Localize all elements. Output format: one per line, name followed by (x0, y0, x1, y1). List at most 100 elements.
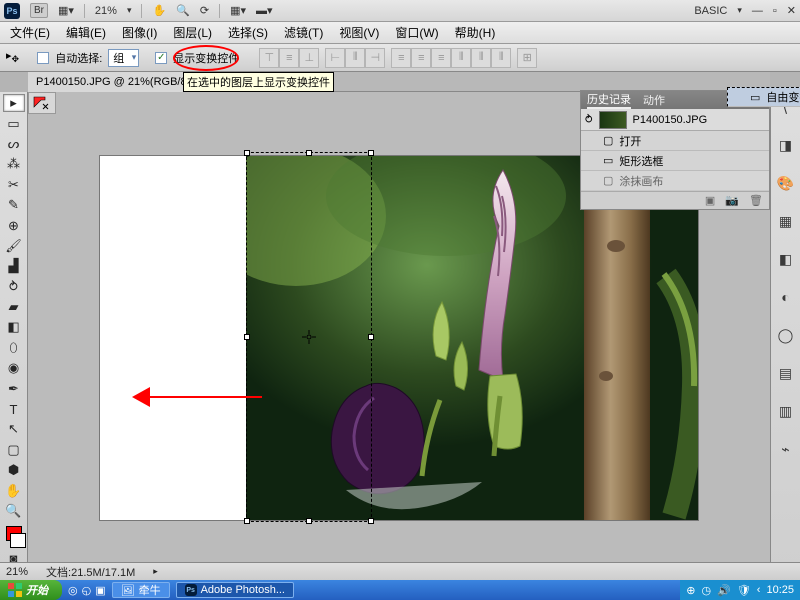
hand-icon[interactable]: ✋ (152, 4, 166, 17)
menu-image[interactable]: 图像(I) (118, 22, 161, 43)
tray-vol-icon[interactable]: 🔊 (717, 584, 731, 597)
autoselect-dropdown[interactable]: 组 (108, 49, 139, 67)
newdoc-icon[interactable]: ▣ (705, 194, 715, 207)
gradient-tool-icon[interactable]: ◧ (3, 318, 25, 336)
dist-5-icon[interactable]: ⫴ (471, 48, 491, 68)
ql-2-icon[interactable]: ◵ (82, 584, 92, 597)
autoselect-checkbox[interactable] (37, 52, 49, 64)
move-tool-icon[interactable]: ▸ (3, 94, 25, 112)
align-right-icon[interactable]: ⊣ (365, 48, 385, 68)
history-item-paint[interactable]: ▢涂抹画布 (581, 171, 769, 191)
align-vcenter-icon[interactable]: ≡ (279, 48, 299, 68)
ql-1-icon[interactable]: ◎ (68, 584, 78, 597)
dist-4-icon[interactable]: ⫴ (451, 48, 471, 68)
menu-layer[interactable]: 图层(L) (169, 22, 216, 43)
3d-tool-icon[interactable]: ⬢ (3, 461, 25, 479)
swatches-panel-icon[interactable]: ▦ (775, 210, 797, 232)
paths-panel-icon[interactable]: ⌁ (775, 438, 797, 460)
status-zoom[interactable]: 21% (6, 566, 28, 578)
tray-net-icon[interactable]: ◷ (702, 584, 712, 597)
zoomtool-icon[interactable]: 🔍 (176, 4, 190, 17)
dist-3-icon[interactable]: ≡ (431, 48, 451, 68)
stamp-tool-icon[interactable]: ▟ (3, 257, 25, 275)
type-tool-icon[interactable]: T (3, 400, 25, 418)
arrange-icon[interactable]: ▦▾ (230, 4, 246, 17)
menu-file[interactable]: 文件(E) (6, 22, 54, 43)
history-tab[interactable]: 历史记录 (587, 91, 631, 109)
workspace-switcher[interactable]: BASIC (694, 5, 727, 17)
tray-shield-icon[interactable]: 🛡 (737, 584, 751, 597)
transform-center-icon[interactable] (302, 330, 316, 344)
actions-tab[interactable]: 动作 (643, 92, 665, 108)
showcontrols-checkbox[interactable]: ✓ (155, 52, 167, 64)
menu-view[interactable]: 视图(V) (335, 22, 383, 43)
transform-selection[interactable] (246, 152, 372, 522)
menu-filter[interactable]: 滤镜(T) (280, 22, 327, 43)
open-icon: ▢ (603, 134, 613, 147)
autoalign-icon[interactable]: ⊞ (517, 48, 537, 68)
menu-select[interactable]: 选择(S) (224, 22, 272, 43)
navigator-panel-icon[interactable]: ◨ (775, 134, 797, 156)
dist-2-icon[interactable]: ≡ (411, 48, 431, 68)
history-item-open[interactable]: ▢打开 (581, 131, 769, 151)
trash-icon[interactable]: 🗑 (749, 194, 763, 207)
start-button[interactable]: 开始 (0, 580, 62, 600)
status-doc[interactable]: 文档:21.5M/17.1M (46, 564, 135, 580)
masks-panel-icon[interactable]: ◯ (775, 324, 797, 346)
bridge-icon[interactable]: Br (30, 3, 48, 18)
ql-3-icon[interactable]: ▣ (95, 584, 105, 597)
marquee-tool-icon[interactable]: ▭ (3, 114, 25, 132)
viewmode-icon[interactable]: ▦▾ (58, 4, 74, 17)
shape-tool-icon[interactable]: ▢ (3, 441, 25, 459)
path-tool-icon[interactable]: ↖ (3, 420, 25, 438)
wand-tool-icon[interactable]: ⁂ (3, 155, 25, 173)
eraser-tool-icon[interactable]: ▰ (3, 298, 25, 316)
snapshot-icon[interactable]: 📷 (725, 194, 739, 207)
tool-preset-icon[interactable] (28, 92, 56, 114)
maximize-icon[interactable]: ▫ (773, 5, 777, 17)
adjustments-panel-icon[interactable]: ◐ (775, 286, 797, 308)
screenmode-icon[interactable]: ▬▾ (256, 4, 273, 17)
dist-1-icon[interactable]: ≡ (391, 48, 411, 68)
app-titlebar: Ps Br ▦▾ 21%▾ ✋ 🔍 ⟳ ▦▾ ▬▾ BASIC▾ — ▫ ✕ (0, 0, 800, 22)
dist-6-icon[interactable]: ⫴ (491, 48, 511, 68)
align-top-icon[interactable]: ⊤ (259, 48, 279, 68)
crop-tool-icon[interactable]: ✂ (3, 176, 25, 194)
brush-tool-icon[interactable]: 🖌 (3, 237, 25, 255)
align-bottom-icon[interactable]: ⊥ (299, 48, 319, 68)
rotate-icon[interactable]: ⟳ (200, 4, 209, 17)
history-item-marquee[interactable]: ▭矩形选框 (581, 151, 769, 171)
hand-tool-icon[interactable]: ✋ (3, 481, 25, 499)
align-left-icon[interactable]: ⊢ (325, 48, 345, 68)
history-item-transform[interactable]: ▭自由变换 (727, 87, 800, 107)
menu-help[interactable]: 帮助(H) (451, 22, 500, 43)
tray-lang-icon[interactable]: ⊕ (686, 584, 695, 597)
background-color[interactable] (10, 533, 26, 548)
channels-panel-icon[interactable]: ▥ (775, 400, 797, 422)
layers-panel-icon[interactable]: ▤ (775, 362, 797, 384)
align-hcenter-icon[interactable]: ⫴ (345, 48, 365, 68)
close-icon[interactable]: ✕ (787, 4, 796, 17)
history-panel[interactable]: 历史记录 动作 ▸▸ ▣ ⥁ P1400150.JPG ▢打开 ▭矩形选框 ▭自… (580, 90, 770, 210)
blur-tool-icon[interactable]: ⬯ (3, 339, 25, 357)
canvas[interactable] (100, 156, 698, 520)
eyedropper-tool-icon[interactable]: ✎ (3, 196, 25, 214)
pen-tool-icon[interactable]: ✒ (3, 379, 25, 397)
menu-edit[interactable]: 编辑(E) (62, 22, 110, 43)
tray-expand-icon[interactable]: ‹ (757, 584, 761, 596)
dodge-tool-icon[interactable]: ◉ (3, 359, 25, 377)
minimize-icon[interactable]: — (752, 5, 763, 17)
color-panel-icon[interactable]: 🎨 (775, 172, 797, 194)
historybrush-tool-icon[interactable]: ⥁ (3, 278, 25, 296)
styles-panel-icon[interactable]: ◧ (775, 248, 797, 270)
menu-window[interactable]: 窗口(W) (391, 22, 442, 43)
clock[interactable]: 10:25 (766, 584, 794, 596)
task-photoshop[interactable]: PsAdobe Photosh... (176, 582, 294, 598)
marquee-icon: ▭ (603, 154, 613, 167)
zoom-display[interactable]: 21% (95, 5, 117, 17)
heal-tool-icon[interactable]: ⊕ (3, 216, 25, 234)
zoom-tool-icon[interactable]: 🔍 (3, 502, 25, 520)
lasso-tool-icon[interactable]: ᔕ (3, 135, 25, 153)
history-source[interactable]: ⥁ P1400150.JPG (581, 109, 769, 131)
task-1[interactable]: 🖼牵牛 (112, 582, 170, 598)
